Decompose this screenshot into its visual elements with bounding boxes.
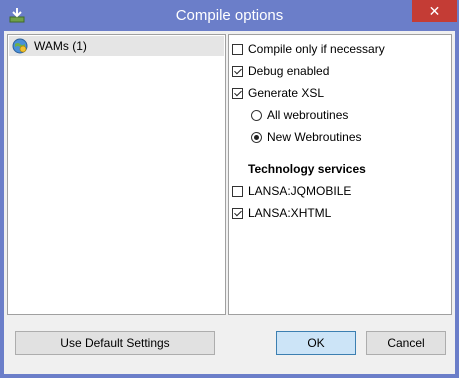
tree-item-label: WAMs (1): [34, 39, 87, 53]
ok-button[interactable]: OK: [276, 331, 356, 355]
generate-xsl-checkbox[interactable]: [232, 87, 243, 99]
wam-tree[interactable]: WAMs (1): [7, 34, 226, 315]
use-default-settings-button[interactable]: Use Default Settings: [15, 331, 215, 355]
compile-only-label: Compile only if necessary: [248, 42, 385, 56]
compile-options-dialog: Compile options ✕ WAMs (1) Compile only …: [0, 0, 459, 378]
all-webroutines-label: All webroutines: [267, 108, 349, 122]
technology-services-heading: Technology services: [248, 162, 366, 176]
debug-checkbox[interactable]: [232, 65, 243, 77]
jqmobile-label: LANSA:JQMOBILE: [248, 184, 352, 198]
compile-only-option[interactable]: Compile only if necessary: [232, 41, 385, 57]
generate-xsl-label: Generate XSL: [248, 86, 325, 100]
dialog-body: WAMs (1) Compile only if necessary Debug…: [4, 31, 455, 374]
all-webroutines-option[interactable]: All webroutines: [251, 107, 348, 123]
globe-icon: [12, 38, 28, 54]
close-icon: ✕: [428, 3, 441, 19]
cancel-button[interactable]: Cancel: [366, 331, 446, 355]
options-panel: Compile only if necessary Debug enabled …: [228, 34, 452, 315]
new-webroutines-label: New Webroutines: [267, 130, 362, 144]
xhtml-checkbox[interactable]: [232, 207, 243, 219]
all-webroutines-radio[interactable]: [251, 109, 262, 121]
generate-xsl-option[interactable]: Generate XSL: [232, 85, 324, 101]
debug-option[interactable]: Debug enabled: [232, 63, 329, 79]
debug-label: Debug enabled: [248, 64, 330, 78]
jqmobile-option[interactable]: LANSA:JQMOBILE: [232, 183, 351, 199]
new-webroutines-radio[interactable]: [251, 131, 262, 143]
xhtml-label: LANSA:XHTML: [248, 206, 332, 220]
close-button[interactable]: ✕: [412, 0, 457, 22]
jqmobile-checkbox[interactable]: [232, 185, 243, 197]
xhtml-option[interactable]: LANSA:XHTML: [232, 205, 331, 221]
compile-only-checkbox[interactable]: [232, 43, 243, 55]
window-title: Compile options: [175, 7, 284, 24]
new-webroutines-option[interactable]: New Webroutines: [251, 129, 362, 145]
tree-item-wams[interactable]: WAMs (1): [9, 36, 224, 56]
title-bar[interactable]: Compile options ✕: [0, 0, 459, 31]
